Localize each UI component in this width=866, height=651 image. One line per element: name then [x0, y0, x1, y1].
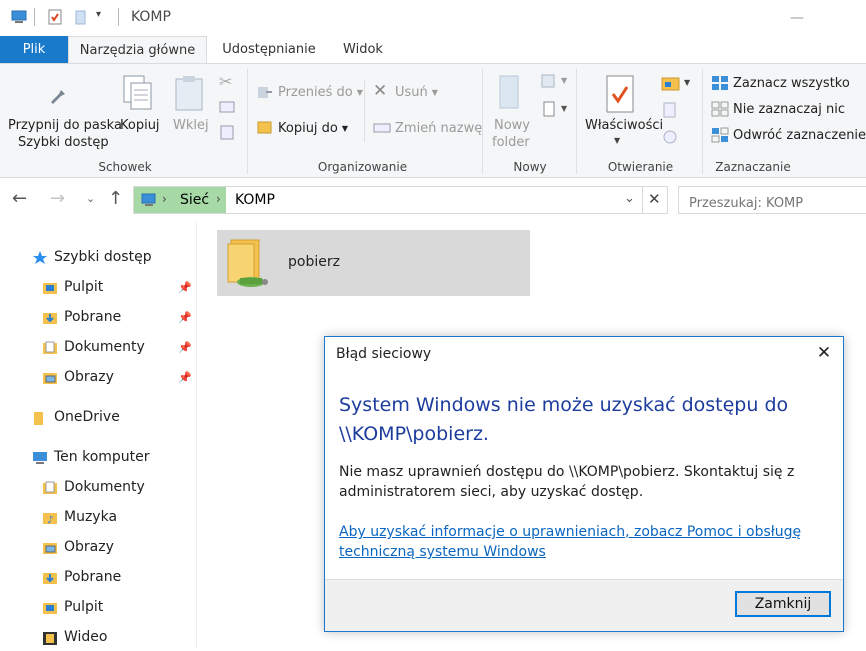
pin-icon: [51, 84, 65, 104]
new-folder-qa-icon[interactable]: [72, 8, 90, 26]
history-icon[interactable]: [661, 128, 679, 146]
network-error-dialog: Błąd sieciowy ✕ System Windows nie może …: [324, 336, 844, 632]
address-bar[interactable]: › Sieć › KOMP ⌄ ✕: [133, 186, 668, 214]
downloads-icon: [43, 573, 57, 584]
pin-quick-access-label2: Szybki dostęp: [18, 135, 109, 150]
delete-button[interactable]: Usuń ▼: [395, 85, 438, 100]
copy-path-icon[interactable]: [219, 100, 235, 114]
new-folder-icon: [499, 75, 519, 109]
paste-shortcut-icon[interactable]: [219, 124, 235, 140]
music-icon: ♪: [43, 513, 57, 526]
breadcrumb-separator-icon[interactable]: ›: [162, 192, 167, 206]
tab-view[interactable]: Widok: [330, 36, 396, 64]
invert-selection-icon: [711, 127, 729, 143]
edit-icon[interactable]: [661, 101, 679, 119]
video-icon: [43, 632, 57, 645]
tab-share[interactable]: Udostępnianie: [214, 36, 324, 64]
breadcrumb-separator-icon[interactable]: ›: [216, 192, 221, 206]
dialog-heading: System Windows nie może uzyskać dostępu …: [339, 394, 789, 445]
copy-to-icon: [257, 121, 272, 134]
help-link[interactable]: Aby uzyskać informacje o uprawnieniach, …: [339, 522, 819, 562]
select-all-icon: [712, 76, 728, 90]
properties-button[interactable]: Właściwości: [585, 118, 663, 133]
paste-icon: [175, 76, 203, 111]
rename-button[interactable]: Zmień nazwę: [395, 121, 482, 136]
navigation-row: ← → ⌄ ↑ › Sieć › KOMP ⌄ ✕: [0, 178, 866, 222]
back-arrow-icon[interactable]: ←: [12, 188, 27, 209]
network-icon: [141, 193, 156, 206]
navigation-pane: Szybki dostęp Pulpit 📌 Pobrane 📌 Dokumen…: [0, 222, 197, 649]
ribbon-tabs: Plik Narzędzia główne Udostępnianie Wido…: [0, 36, 866, 64]
shared-folder-icon: [227, 239, 268, 287]
onedrive-folder-icon: [34, 412, 43, 425]
group-new-label: Nowy: [513, 160, 547, 174]
select-all-button[interactable]: Zaznacz wszystko: [733, 76, 850, 91]
new-folder-label2: folder: [492, 135, 530, 150]
new-folder-button[interactable]: Nowy: [494, 118, 530, 133]
title-bar: ▾ KOMP —: [0, 0, 866, 36]
recent-locations-icon[interactable]: ⌄: [86, 192, 95, 205]
close-button[interactable]: Zamknij: [735, 591, 831, 617]
paste-button[interactable]: Wklej: [173, 118, 209, 133]
downloads-icon: [43, 313, 57, 324]
copy-button[interactable]: Kopiuj: [120, 118, 160, 133]
pin-icon[interactable]: 📌: [178, 281, 192, 294]
desktop-folder-icon: [43, 283, 57, 294]
clear-address-icon[interactable]: ✕: [648, 190, 661, 208]
search-input[interactable]: [678, 186, 866, 214]
copy-icon: [123, 75, 152, 110]
tab-file[interactable]: Plik: [0, 36, 68, 64]
documents-icon: [43, 481, 57, 494]
pin-icon[interactable]: 📌: [178, 371, 192, 384]
customize-qa-icon[interactable]: ▾: [96, 9, 114, 27]
select-none-button[interactable]: Nie zaznaczaj nic: [733, 102, 845, 117]
breadcrumb-komp[interactable]: KOMP: [235, 192, 275, 208]
select-none-icon: [711, 101, 729, 117]
cut-icon[interactable]: ✂: [219, 72, 232, 91]
dialog-footer: Zamknij: [325, 579, 843, 631]
group-clipboard-label: Schowek: [98, 160, 152, 174]
pin-icon[interactable]: 📌: [178, 341, 192, 354]
network-folder-item[interactable]: pobierz: [217, 230, 530, 296]
dialog-close-button[interactable]: ✕: [813, 343, 835, 365]
rename-icon: [373, 123, 391, 133]
pictures-icon: [43, 543, 57, 554]
pictures-icon: [43, 373, 57, 384]
invert-selection-button[interactable]: Odwróć zaznaczenie: [733, 128, 866, 143]
group-organize-label: Organizowanie: [317, 160, 408, 174]
pin-quick-access-button[interactable]: Przypnij do paska: [8, 118, 122, 133]
pin-icon[interactable]: 📌: [178, 311, 192, 324]
address-dropdown-icon[interactable]: ⌄: [624, 191, 635, 206]
desktop-folder-icon: [43, 603, 57, 614]
window-title: KOMP: [131, 9, 171, 25]
properties-dropdown-icon[interactable]: ▼: [614, 136, 620, 145]
computer-icon[interactable]: [10, 8, 28, 26]
move-to-button[interactable]: Przenieś do ▼: [278, 85, 363, 100]
star-icon: [33, 251, 47, 264]
tab-home[interactable]: Narzędzia główne: [68, 36, 207, 64]
ribbon: Przypnij do paska Szybki dostęp Kopiuj W…: [0, 63, 866, 178]
dialog-message: Nie masz uprawnień dostępu do \\KOMP\pob…: [339, 464, 795, 500]
svg-text:♪: ♪: [47, 515, 53, 526]
copy-to-button[interactable]: Kopiuj do ▼: [278, 121, 348, 136]
properties-icon: [606, 75, 634, 113]
dialog-title: Błąd sieciowy: [336, 346, 432, 362]
computer-icon: [33, 452, 47, 464]
move-to-icon: [258, 87, 272, 98]
new-item-icon[interactable]: [540, 73, 560, 91]
folder-name: pobierz: [288, 254, 340, 270]
group-open-label: Otwieranie: [607, 160, 674, 174]
group-select-label: Zaznaczanie: [715, 160, 791, 174]
documents-icon: [43, 341, 57, 354]
minimize-button[interactable]: —: [790, 10, 804, 26]
up-arrow-icon[interactable]: ↑: [108, 188, 123, 209]
delete-icon: ✕: [373, 81, 388, 101]
forward-arrow-icon[interactable]: →: [50, 188, 65, 209]
breadcrumb-siec[interactable]: Sieć: [180, 192, 209, 208]
open-icon[interactable]: [661, 74, 681, 92]
easy-access-icon[interactable]: [540, 100, 560, 118]
properties-check-icon[interactable]: [46, 8, 64, 26]
